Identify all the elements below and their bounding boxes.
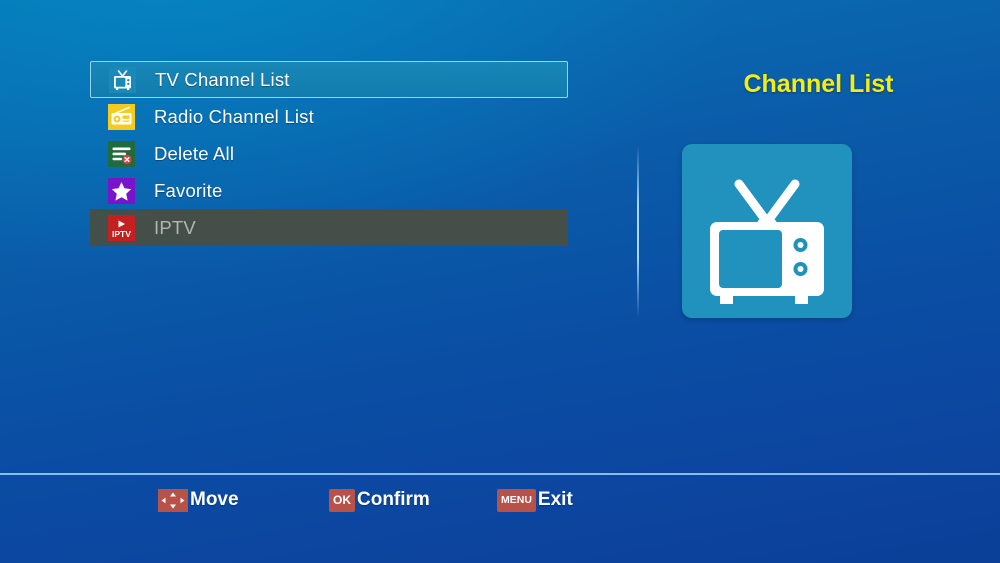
page-title: Channel List [743,70,894,98]
hint-exit: MENU Exit [497,487,573,513]
hint-label: Exit [537,489,573,510]
menu-item-label: IPTV [154,216,196,238]
radio-icon [108,103,135,130]
hint-label: Move [190,489,239,510]
iptv-icon: IPTV [108,214,135,241]
menu-item-delete-all[interactable]: Delete All [90,135,568,172]
tv-icon [109,66,136,93]
delete-list-icon [108,140,135,167]
menu-item-label: Radio Channel List [154,105,314,127]
svg-text:IPTV: IPTV [112,229,131,239]
ok-key-badge: OK [329,488,355,512]
panel-divider [637,145,639,317]
hint-move: Move [158,487,239,513]
tv-icon [682,144,852,318]
menu-item-label: Delete All [154,142,235,164]
footer-separator [0,473,1000,475]
menu-key-badge: MENU [497,488,536,512]
menu-item-tv-channel-list[interactable]: TV Channel List [90,61,568,98]
menu-item-iptv[interactable]: IPTV IPTV [90,209,568,246]
menu-item-favorite[interactable]: Favorite [90,172,568,209]
channel-list-preview-tile [682,144,852,318]
key-hint-bar: Move OK Confirm MENU Exit [0,487,1000,527]
set-top-box-screen: TV Channel List Radio Channel List Delet… [0,0,1000,563]
star-icon [108,177,135,204]
main-menu-toolbar [0,385,1000,473]
menu-item-radio-channel-list[interactable]: Radio Channel List [90,98,568,135]
menu-item-label: Favorite [154,179,223,201]
hint-confirm: OK Confirm [329,487,430,513]
dpad-icon [158,488,188,512]
menu-item-label: TV Channel List [155,68,290,90]
hint-label: Confirm [357,489,430,510]
channel-list-menu: TV Channel List Radio Channel List Delet… [90,61,568,246]
